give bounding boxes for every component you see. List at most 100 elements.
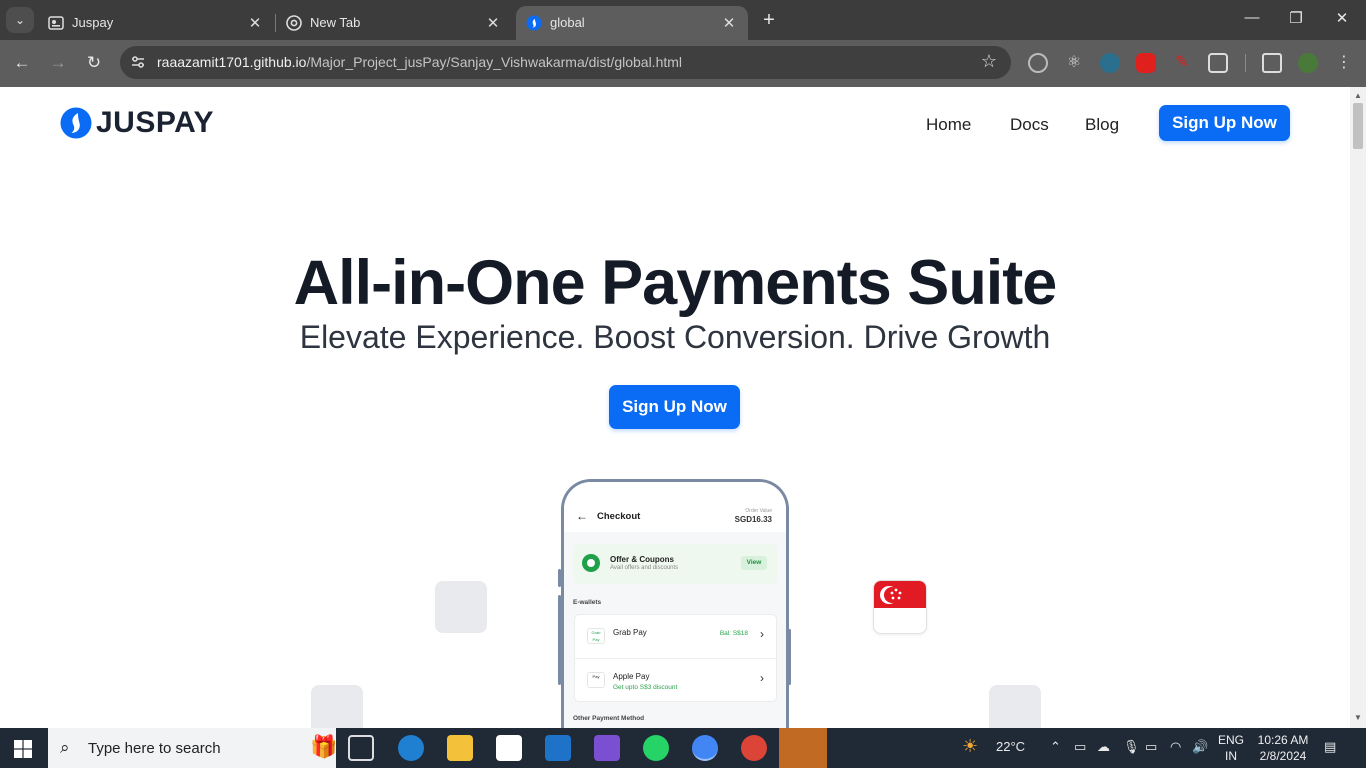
order-value-label: Order Value (745, 508, 772, 514)
applepay-logo: Pay (587, 672, 605, 688)
tab-title: Juspay (72, 15, 114, 30)
offer-icon (582, 554, 600, 572)
windows-start-icon[interactable] (14, 740, 32, 758)
mail-icon[interactable] (545, 735, 571, 761)
hero-sign-up-button[interactable]: Sign Up Now (609, 385, 740, 429)
juspay-logo[interactable]: JUSPAY (60, 106, 214, 140)
taskbar: ⌕ Type here to search 🎁 ☀ 22°C ⌃ ▭ ☁ 🎙 ▭… (0, 728, 1366, 768)
vscode-icon[interactable] (779, 728, 827, 768)
volume-icon[interactable]: 🔊 (1192, 739, 1208, 755)
placeholder-tile (989, 685, 1041, 728)
scrollbar-thumb[interactable] (1353, 103, 1363, 149)
url-path: /Major_Project_jusPay/Sanjay_Vishwakarma… (306, 54, 683, 70)
url-host: raaazamit1701.github.io (157, 54, 307, 70)
more-menu-icon[interactable]: ⋮ (1334, 53, 1354, 73)
site-settings-icon[interactable] (130, 54, 146, 70)
search-placeholder: Type here to search (88, 740, 221, 757)
microphone-icon[interactable]: 🎙 (1123, 739, 1140, 755)
restore-icon[interactable]: ❐ (1284, 9, 1308, 27)
order-value: SGD16.33 (734, 515, 772, 524)
checkout-title: Checkout (597, 511, 641, 522)
offer-coupons-card: Offer & Coupons Avail offers and discoun… (574, 544, 777, 584)
chevron-right-icon: › (760, 627, 764, 641)
page-scrollbar[interactable]: ▲ ▼ (1350, 87, 1366, 728)
clipchamp-icon[interactable] (594, 735, 620, 761)
file-explorer-icon[interactable] (447, 735, 473, 761)
back-arrow-icon: ← (576, 509, 588, 523)
offer-title: Offer & Coupons (610, 555, 674, 564)
scroll-up-icon[interactable]: ▲ (1354, 91, 1362, 100)
grabpay-logo: Grab Pay (587, 628, 605, 644)
language-code: ENG (1217, 733, 1244, 747)
clock[interactable]: 10:26 AM 2/8/2024 (1248, 732, 1318, 764)
juspay-logo-icon (60, 107, 92, 139)
close-icon[interactable]: ✕ (246, 14, 264, 32)
offer-subtitle: Avail offers and discounts (610, 565, 679, 571)
weather-temp[interactable]: 22°C (996, 739, 1025, 754)
side-panel-icon[interactable] (1262, 53, 1282, 73)
battery-icon[interactable]: ▭ (1145, 739, 1157, 755)
scroll-down-icon[interactable]: ▼ (1354, 713, 1362, 722)
notifications-icon[interactable]: ▤ (1324, 739, 1336, 755)
chevron-up-icon[interactable]: ⌃ (1050, 739, 1061, 755)
address-bar[interactable]: raaazamit1701.github.io/Major_Project_ju… (120, 46, 1011, 79)
hero-subtitle: Elevate Experience. Boost Conversion. Dr… (299, 319, 1051, 355)
ewallets-label: E-wallets (573, 599, 602, 606)
chrome-profile-icon[interactable] (741, 735, 767, 761)
phone-mockup: ← Checkout Order Value SGD16.33 Offer & … (561, 479, 789, 728)
chevron-down-icon: ⌄ (14, 13, 26, 27)
taskbar-search[interactable]: ⌕ Type here to search 🎁 (48, 728, 338, 768)
region-code: IN (1225, 749, 1237, 763)
chrome-icon[interactable] (692, 735, 718, 761)
tab-search-button[interactable]: ⌄ (6, 7, 34, 33)
tab-global[interactable]: global ✕ (516, 6, 748, 40)
bookmark-star-icon[interactable]: ☆ (981, 51, 997, 72)
clock-date: 2/8/2024 (1259, 749, 1307, 763)
microsoft-store-icon[interactable] (496, 735, 522, 761)
chevron-right-icon: › (760, 671, 764, 685)
clock-time: 10:26 AM (1257, 733, 1309, 747)
tab-title: New Tab (310, 15, 361, 30)
nav-docs-link[interactable]: Docs (1010, 115, 1049, 135)
nav-sign-up-button[interactable]: Sign Up Now (1159, 105, 1290, 141)
browser-toolbar: ← → ↻ raaazamit1701.github.io/Major_Proj… (0, 40, 1366, 87)
nav-blog-link[interactable]: Blog (1085, 115, 1119, 135)
nav-home-link[interactable]: Home (926, 115, 971, 135)
wallet-balance: Bal: S$18 (719, 630, 748, 637)
extension-record-icon[interactable] (1028, 53, 1048, 73)
wallet-name: Grab Pay (613, 628, 647, 637)
minimize-icon[interactable]: — (1240, 9, 1264, 26)
close-icon[interactable]: ✕ (720, 14, 738, 32)
wifi-icon[interactable]: ◠ (1170, 739, 1181, 755)
meet-now-icon[interactable]: ▭ (1074, 739, 1086, 755)
ewallets-card: Grab Pay Grab Pay Bal: S$18 › Pay Apple … (574, 614, 777, 702)
extensions-puzzle-icon[interactable] (1208, 53, 1228, 73)
whatsapp-icon[interactable] (643, 735, 669, 761)
gift-icon: 🎁 (310, 734, 338, 759)
task-view-icon[interactable] (348, 735, 374, 761)
forward-arrow-icon[interactable]: → (47, 52, 69, 74)
logo-text: JUSPAY (96, 106, 215, 139)
extension-react-icon[interactable]: ⚛ (1064, 53, 1084, 73)
extension-stop-icon[interactable] (1136, 53, 1156, 73)
extension-mouse-icon[interactable] (1100, 53, 1120, 73)
language-indicator[interactable]: ENG IN (1216, 732, 1246, 764)
close-icon[interactable]: ✕ (484, 14, 502, 32)
offer-view-button: View (741, 556, 767, 570)
reload-icon[interactable]: ↻ (83, 52, 105, 74)
back-arrow-icon[interactable]: ← (11, 52, 33, 74)
new-tab-button[interactable]: + (758, 9, 780, 32)
weather-icon[interactable]: ☀ (962, 736, 978, 757)
tab-juspay[interactable]: Juspay ✕ (38, 6, 274, 40)
toolbar-divider (1245, 54, 1246, 72)
tab-strip: ⌄ Juspay ✕ New Tab ✕ global ✕ + — ❐ ✕ (0, 0, 1366, 40)
wallet-offer: Get upto S$3 discount (613, 684, 678, 691)
extension-pen-icon[interactable]: ✎ (1172, 53, 1192, 73)
onedrive-icon[interactable]: ☁ (1097, 739, 1110, 755)
hero-title: All-in-One Payments Suite (293, 248, 1058, 318)
window-close-icon[interactable]: ✕ (1330, 9, 1354, 27)
tab-new-tab[interactable]: New Tab ✕ (276, 6, 512, 40)
edge-icon[interactable] (398, 735, 424, 761)
url-text[interactable]: raaazamit1701.github.io/Major_Project_ju… (157, 54, 682, 70)
profile-avatar[interactable] (1298, 53, 1318, 73)
